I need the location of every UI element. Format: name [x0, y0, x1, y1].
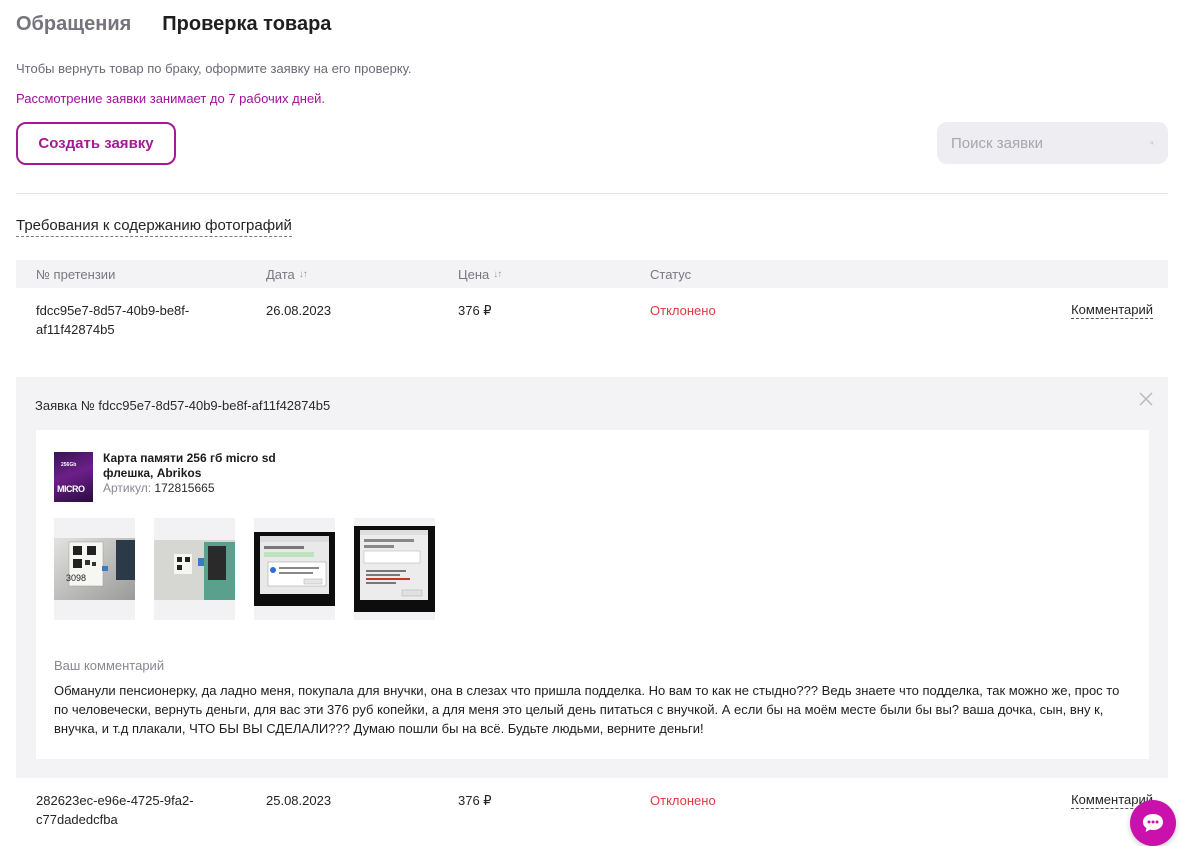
- return-hint: Чтобы вернуть товар по браку, оформите з…: [16, 61, 412, 76]
- comment-link[interactable]: Комментарий: [1071, 301, 1153, 319]
- claim-number: 282623ec-e96e-4725-9fa2-c77dadedcfba: [36, 793, 194, 827]
- header-number: № претензии: [36, 267, 116, 282]
- table-header: № претензии Дата ↓↑ Цена ↓↑ Статус: [16, 260, 1168, 288]
- article-label: Артикул:: [103, 481, 152, 495]
- search-icon[interactable]: [1150, 134, 1154, 152]
- claim-date: 26.08.2023: [266, 303, 332, 318]
- tab-requests[interactable]: Обращения: [16, 11, 131, 37]
- period-hint: Рассмотрение заявки занимает до 7 рабочи…: [16, 91, 326, 106]
- status-badge: Отклонено: [650, 793, 716, 808]
- claim-details-title: Заявка № fdcc95e7-8d57-40b9-be8f-af11f42…: [35, 398, 331, 413]
- claim-price: 376 ₽: [458, 303, 492, 318]
- close-icon[interactable]: [1138, 391, 1154, 407]
- status-badge: Отклонено: [650, 303, 716, 318]
- claim-number: fdcc95e7-8d57-40b9-be8f-af11f42874b5: [36, 303, 190, 337]
- header-price[interactable]: Цена ↓↑: [458, 267, 502, 282]
- table-row[interactable]: 282623ec-e96e-4725-9fa2-c77dadedcfba 25.…: [16, 791, 1168, 841]
- header-status: Статус: [650, 267, 692, 282]
- product-article: Артикул: 172815665: [103, 481, 215, 495]
- photo-requirements-link[interactable]: Требования к содержанию фотографий: [16, 217, 292, 237]
- search-box: [937, 122, 1168, 164]
- create-request-button[interactable]: Создать заявку: [16, 122, 176, 165]
- divider: [16, 193, 1168, 194]
- tab-product-check[interactable]: Проверка товара: [162, 11, 331, 37]
- svg-text:3098: 3098: [66, 573, 86, 583]
- chat-button[interactable]: [1130, 800, 1176, 846]
- chat-bubble-icon: [1143, 814, 1163, 832]
- comment-label: Ваш комментарий: [54, 658, 165, 673]
- photo-thumbnail[interactable]: 3098: [54, 518, 135, 620]
- product-image[interactable]: 256Gb MICRO: [54, 452, 93, 502]
- search-input[interactable]: [951, 134, 1150, 152]
- photo-thumbnail[interactable]: [354, 518, 435, 620]
- tabs: Обращения Проверка товара: [16, 11, 331, 37]
- claim-price: 376 ₽: [458, 793, 492, 808]
- header-date[interactable]: Дата ↓↑: [266, 267, 308, 282]
- claim-card: 256Gb MICRO Карта памяти 256 гб micro sd…: [36, 430, 1149, 759]
- sort-icon[interactable]: ↓↑: [493, 269, 502, 280]
- comment-text: Обманули пенсионерку, да ладно меня, пок…: [54, 683, 1120, 736]
- table-row[interactable]: fdcc95e7-8d57-40b9-be8f-af11f42874b5 26.…: [16, 301, 1168, 371]
- claim-details-panel: Заявка № fdcc95e7-8d57-40b9-be8f-af11f42…: [16, 377, 1168, 778]
- photo-thumbnail[interactable]: [254, 518, 335, 620]
- photo-thumbnail[interactable]: [154, 518, 235, 620]
- claim-date: 25.08.2023: [266, 793, 332, 808]
- sort-icon[interactable]: ↓↑: [299, 269, 308, 280]
- product-name[interactable]: Карта памяти 256 гб micro sd флешка, Abr…: [103, 451, 303, 481]
- article-value: 172815665: [154, 481, 215, 495]
